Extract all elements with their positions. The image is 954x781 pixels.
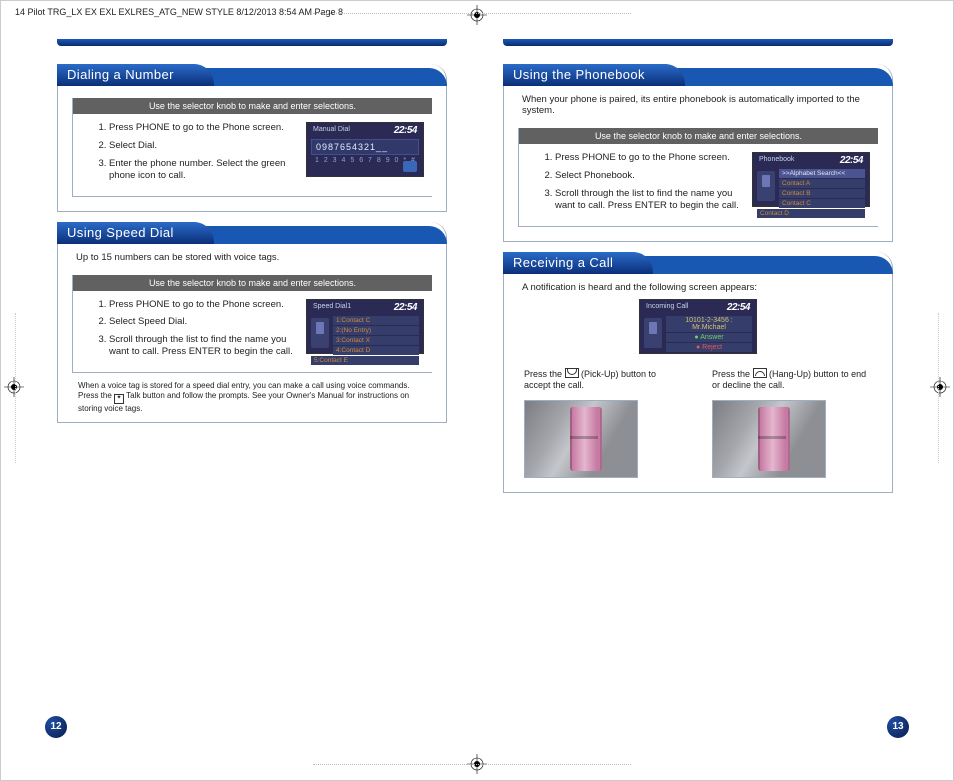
- step: Select Phonebook.: [555, 170, 742, 182]
- section-title: Receiving a Call: [503, 252, 635, 274]
- section-intro: A notification is heard and the followin…: [504, 274, 892, 299]
- instruction-banner: Use the selector knob to make and enter …: [519, 128, 878, 144]
- phone-icon: [311, 318, 329, 348]
- registration-mark-icon: [467, 5, 487, 25]
- step: Scroll through the list to find the name…: [109, 334, 296, 358]
- phone-icon: [644, 318, 662, 348]
- section-receiving: Receiving a Call A notification is heard…: [503, 252, 893, 493]
- page-accent-bar: [57, 39, 447, 46]
- steering-button-photo: [712, 400, 826, 478]
- steering-button-photo: [524, 400, 638, 478]
- step: Press PHONE to go to the Phone screen.: [109, 299, 296, 311]
- talk-icon: ✦: [114, 394, 124, 404]
- print-sheet: 14 Pilot TRG_LX EX EXL EXLRES_ATG_NEW ST…: [0, 0, 954, 781]
- page-number-right: 13: [887, 716, 909, 738]
- steps-list: Press PHONE to go to the Phone screen. S…: [93, 299, 296, 365]
- crop-line: [313, 13, 631, 14]
- page-left: Dialing a Number Use the selector knob t…: [57, 39, 447, 503]
- phone-icon: [403, 161, 417, 172]
- dial-screen-thumbnail: Manual Dial 22:54 0987654321__ 1 2 3 4 5…: [306, 122, 424, 177]
- instruction-banner: Use the selector knob to make and enter …: [73, 275, 432, 291]
- hangup-icon: [753, 368, 767, 378]
- registration-mark-icon: [930, 377, 950, 397]
- crop-line: [938, 313, 939, 463]
- crop-line: [15, 313, 16, 463]
- section-title: Using Speed Dial: [57, 222, 196, 244]
- section-intro: Up to 15 numbers can be stored with voic…: [58, 244, 446, 269]
- hangup-instruction: Press the (Hang-Up) button to end or dec…: [712, 368, 872, 478]
- answer-row: ● Answer: [666, 333, 752, 342]
- step: Scroll through the list to find the name…: [555, 188, 742, 212]
- page-right: Using the Phonebook When your phone is p…: [503, 39, 893, 503]
- section-dialing: Dialing a Number Use the selector knob t…: [57, 64, 447, 212]
- steps-list: Press PHONE to go to the Phone screen. S…: [539, 152, 742, 218]
- pickup-icon: [565, 368, 579, 378]
- section-title: Using the Phonebook: [503, 64, 667, 86]
- pickup-instruction: Press the (Pick-Up) button to accept the…: [524, 368, 684, 478]
- instruction-banner: Use the selector knob to make and enter …: [73, 98, 432, 114]
- crop-line: [313, 764, 631, 765]
- step: Select Speed Dial.: [109, 316, 296, 328]
- section-speed-dial: Using Speed Dial Up to 15 numbers can be…: [57, 222, 447, 424]
- registration-mark-icon: [4, 377, 24, 397]
- page-accent-bar: [503, 39, 893, 46]
- phone-icon: [757, 171, 775, 201]
- section-phonebook: Using the Phonebook When your phone is p…: [503, 64, 893, 242]
- step: Enter the phone number. Select the green…: [109, 158, 296, 182]
- section-intro: When your phone is paired, its entire ph…: [504, 86, 892, 122]
- reject-row: ● Reject: [666, 343, 752, 352]
- step: Press PHONE to go to the Phone screen.: [109, 122, 296, 134]
- step: Press PHONE to go to the Phone screen.: [555, 152, 742, 164]
- page-number-left: 12: [45, 716, 67, 738]
- incoming-call-screen-thumbnail: Incoming Call 22:54 10101-2-3456 : Mr.Mi…: [639, 299, 757, 354]
- steps-list: Press PHONE to go to the Phone screen. S…: [93, 122, 296, 188]
- voice-tag-note: When a voice tag is stored for a speed d…: [58, 379, 446, 414]
- step: Select Dial.: [109, 140, 296, 152]
- section-title: Dialing a Number: [57, 64, 196, 86]
- speed-dial-screen-thumbnail: Speed Dial1 22:54 1:Contact C 2:(No Entr…: [306, 299, 424, 354]
- phonebook-screen-thumbnail: Phonebook 22:54 >>Alphabet Search<< Cont…: [752, 152, 870, 207]
